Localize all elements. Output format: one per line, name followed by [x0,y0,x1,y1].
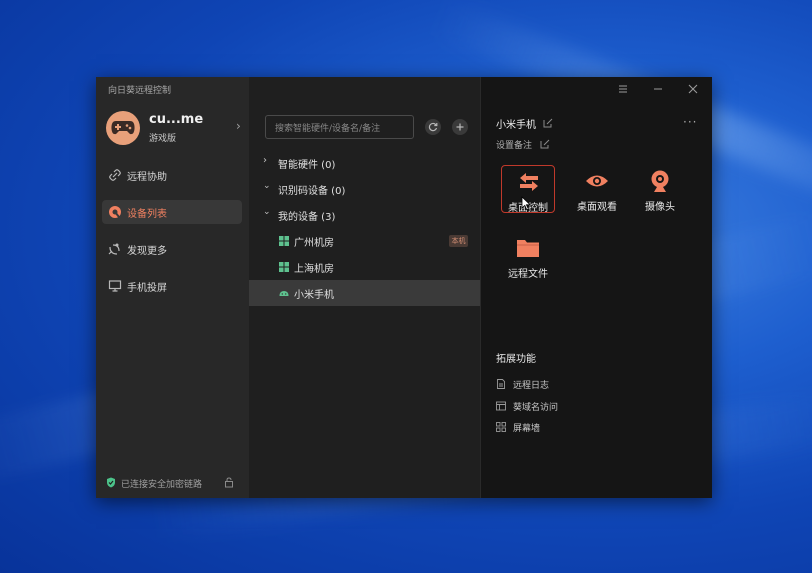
webcam-icon [651,170,669,192]
shield-icon [107,477,115,488]
this-machine-badge: 本机 [449,235,468,247]
nav-label: 远程协助 [127,172,167,183]
function-label: 摄像头 [645,202,675,213]
chevron-down-icon: ⌄ [263,181,271,191]
device-label: 小米手机 [294,290,334,301]
menu-button[interactable] [616,82,630,96]
extension-label: 屏幕墙 [513,424,541,434]
user-plan: 游戏版 [149,134,177,144]
device-label: 上海机房 [294,264,334,275]
extensions-title: 拓展功能 [496,354,536,365]
camera-button[interactable]: 摄像头 [633,165,687,213]
grid-icon [496,422,506,432]
function-label: 远程文件 [508,269,548,280]
android-icon [279,291,289,296]
gamepad-icon [111,121,135,135]
chevron-right-icon: › [263,155,267,166]
swap-arrows-icon [520,173,538,191]
plus-icon [456,123,464,131]
nav-label: 设备列表 [127,209,167,220]
device-tree-panel: › 智能硬件 (0) ⌄ 识别码设备 (0) ⌄ 我的设备 (3) 广州机房 本… [249,77,480,498]
nav-item-device-list[interactable]: 设备列表 [102,200,242,224]
nav-item-phone-cast[interactable]: 手机投屏 [102,274,242,298]
nav-label: 手机投屏 [127,283,167,294]
mouse-cursor-icon [521,196,531,211]
device-item-xiaomi[interactable]: 小米手机 [249,280,480,306]
chevron-right-icon: › [236,119,241,133]
search-field[interactable] [265,115,414,140]
group-label: 识别码设备 (0) [278,186,346,197]
device-label: 广州机房 [294,238,334,249]
profile-card[interactable]: cu...me 游戏版 › [106,109,242,147]
secure-label: 已连接安全加密链路 [121,480,203,490]
windows-icon [279,236,289,246]
device-item-guangzhou[interactable]: 广州机房 本机 [249,228,480,254]
close-icon [688,84,698,94]
device-detail-panel: 小米手机 设置备注 ··· 桌面控制 桌面观看 摄像头 远程文件 拓展功能 远程… [480,77,712,498]
device-title: 小米手机 [496,120,536,131]
device-item-shanghai[interactable]: 上海机房 [249,254,480,280]
minimize-button[interactable] [651,82,665,96]
more-options-button[interactable]: ··· [683,115,697,129]
link-icon [109,169,121,181]
avatar [106,111,140,145]
lock-icon[interactable] [224,477,234,488]
close-button[interactable] [686,82,700,96]
group-label: 智能硬件 (0) [278,160,336,171]
refresh-icon [428,122,438,132]
set-note-label[interactable]: 设置备注 [496,138,532,151]
secure-status: 已连接安全加密链路 [106,476,242,490]
refresh-button[interactable] [425,119,441,135]
app-title: 向日葵远程控制 [108,86,172,96]
app-window: 向日葵远程控制 cu...me 游戏版 › 远程协助 设备列表 发现更多 手机投… [96,77,712,498]
hamburger-icon [619,85,627,93]
chevron-down-icon: ⌄ [263,207,271,217]
nav-label: 发现更多 [127,246,167,257]
function-label: 桌面观看 [577,202,617,213]
user-name: cu...me [149,112,204,127]
satellite-icon [108,243,120,255]
edit-icon[interactable] [543,118,553,128]
extension-label: 葵域名访问 [513,403,559,413]
desktop-view-button[interactable]: 桌面观看 [570,165,624,213]
document-icon [497,379,505,389]
browser-icon [496,401,506,411]
device-list-icon [109,206,121,218]
monitor-icon [108,280,122,292]
eye-icon [586,175,608,187]
nav-item-discover[interactable]: 发现更多 [102,237,242,261]
nav-item-remote-assist[interactable]: 远程协助 [102,163,242,187]
search-input[interactable] [266,118,413,140]
group-label: 我的设备 (3) [278,212,336,223]
sidebar: 向日葵远程控制 cu...me 游戏版 › 远程协助 设备列表 发现更多 手机投… [96,77,249,498]
minimize-icon [654,88,662,90]
windows-icon [279,262,289,272]
remote-files-button[interactable]: 远程文件 [501,232,555,280]
folder-icon [517,240,539,257]
edit-icon[interactable] [540,139,550,149]
extension-label: 远程日志 [513,381,550,391]
add-device-button[interactable] [452,119,468,135]
